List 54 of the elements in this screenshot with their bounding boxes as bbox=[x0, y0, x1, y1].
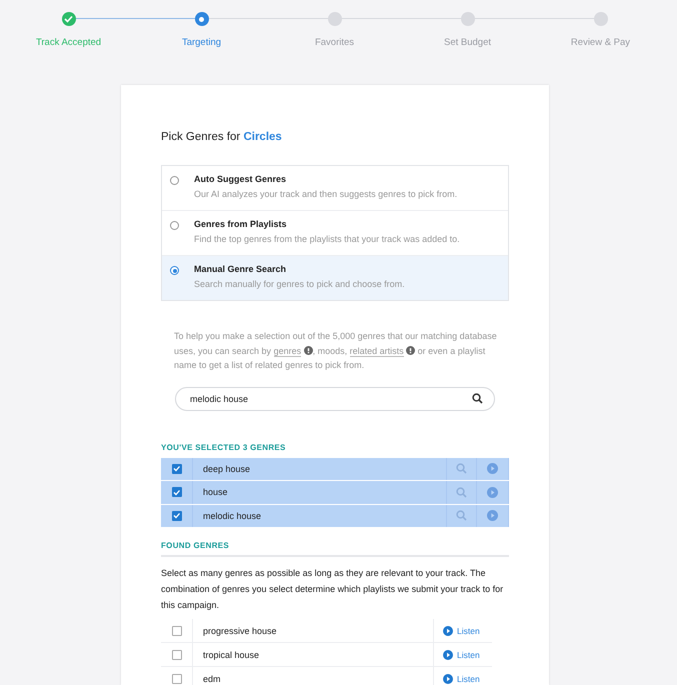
search-icon[interactable] bbox=[456, 510, 467, 522]
step-label: Review & Pay bbox=[570, 37, 630, 48]
play-icon[interactable] bbox=[487, 510, 498, 522]
play-icon bbox=[443, 650, 453, 660]
play-icon bbox=[443, 626, 453, 636]
option-description: Find the top genres from the playlists that your track was added to. bbox=[194, 234, 461, 244]
checkbox[interactable] bbox=[172, 650, 182, 660]
related-artists-link[interactable]: related artists bbox=[350, 346, 404, 356]
help-icon bbox=[304, 346, 313, 354]
genre-name: edm bbox=[193, 667, 434, 685]
option-description: Search manually for genres to pick and choose from. bbox=[194, 279, 406, 289]
option-card[interactable]: Manual Genre Search Search manually for genres to pick and choose from. bbox=[162, 256, 508, 300]
genre-name: progressive house bbox=[193, 619, 434, 642]
option-description: Our AI analyzes your track and then suggests genres to pick from. bbox=[194, 189, 458, 199]
play-icon[interactable] bbox=[487, 463, 498, 474]
search-icon[interactable] bbox=[456, 486, 467, 498]
check-icon bbox=[173, 465, 180, 472]
option-card[interactable]: Auto Suggest Genres Our AI analyzes your track and then suggests genres to pick from. bbox=[162, 166, 508, 211]
genre-name: house bbox=[193, 481, 447, 504]
search-icon[interactable] bbox=[456, 463, 467, 474]
help-icon bbox=[406, 346, 416, 354]
option-title: Genres from Playlists bbox=[194, 219, 288, 229]
radio-button[interactable] bbox=[170, 266, 179, 275]
genre-name: deep house bbox=[193, 458, 447, 480]
genre-name: tropical house bbox=[193, 643, 434, 666]
checkbox[interactable] bbox=[172, 510, 182, 521]
step-label: Track Accepted bbox=[36, 37, 102, 48]
check-icon bbox=[64, 15, 73, 23]
play-icon[interactable] bbox=[487, 486, 498, 498]
step-label: Set Budget bbox=[444, 37, 491, 48]
checkbox[interactable] bbox=[172, 626, 182, 636]
check-icon bbox=[173, 512, 180, 520]
radio-button[interactable] bbox=[170, 176, 179, 185]
listen-button[interactable]: Listen bbox=[434, 619, 486, 642]
radio-button[interactable] bbox=[170, 221, 179, 230]
section-heading: FOUND GENRES bbox=[161, 541, 509, 557]
instructions-text: Select as many genres as possible as long as they are relevant to your track. The combination of genres you select determine which playlists we submit your track to for this campaign. bbox=[161, 567, 504, 612]
listen-button[interactable]: Listen bbox=[434, 643, 486, 666]
option-title: Auto Suggest Genres bbox=[194, 174, 288, 184]
step-label: Favorites bbox=[314, 37, 354, 48]
genre-name: melodic house bbox=[193, 504, 447, 527]
section-heading: YOU'VE SELECTED 3 GENRES bbox=[161, 442, 287, 452]
page-heading: Pick Genres for Circles bbox=[161, 131, 283, 143]
checkbox[interactable] bbox=[172, 674, 182, 684]
checkbox[interactable] bbox=[172, 464, 182, 474]
check-icon bbox=[173, 488, 180, 496]
listen-button[interactable]: Listen bbox=[434, 667, 486, 685]
help-text: To help you make a selection out of the 5,000 genres that our matching database uses, you can search by genres , moods, related artists or even a playlist name to get a list of related genres to pick from. bbox=[174, 330, 497, 372]
genres-link[interactable]: genres bbox=[274, 346, 302, 356]
checkbox[interactable] bbox=[172, 487, 182, 498]
search-icon bbox=[472, 392, 483, 404]
option-title: Manual Genre Search bbox=[194, 264, 288, 274]
step-label: Targeting bbox=[182, 37, 222, 48]
search-field[interactable]: melodic house bbox=[175, 386, 495, 410]
